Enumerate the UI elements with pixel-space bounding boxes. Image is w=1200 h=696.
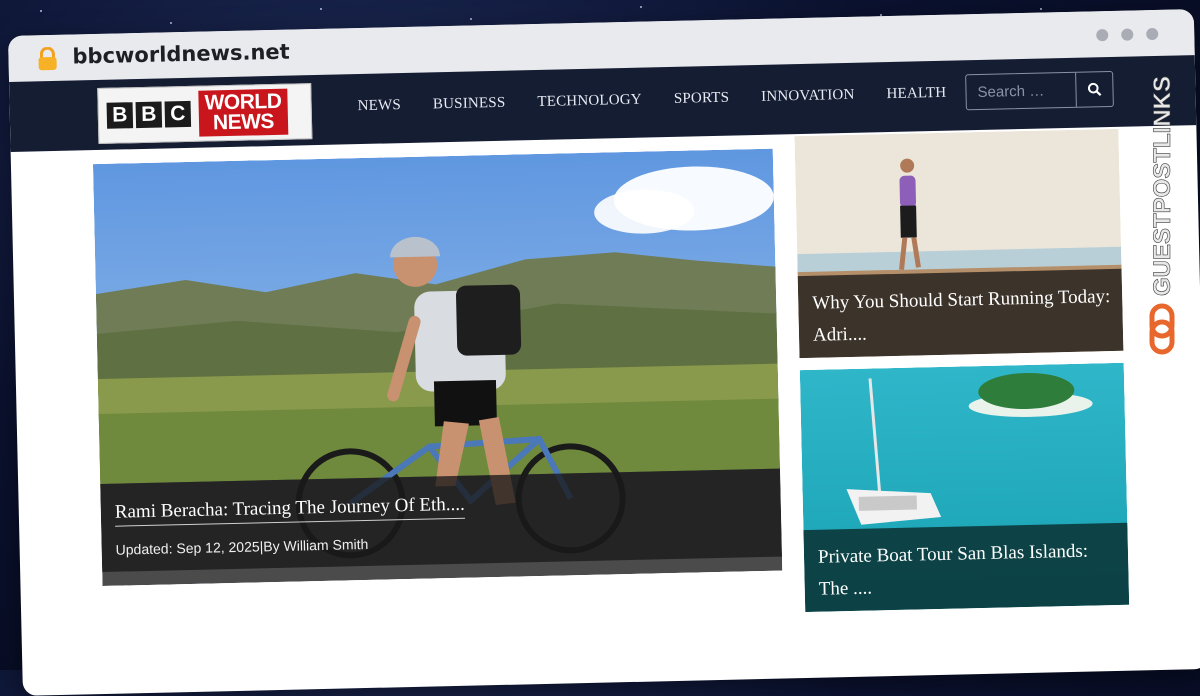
- window-controls: [1096, 27, 1159, 42]
- side-article-running[interactable]: Why You Should Start Running Today: Adri…: [794, 128, 1124, 359]
- search-icon: [1087, 82, 1102, 97]
- window-dot-icon[interactable]: [1121, 28, 1134, 41]
- side-caption: Private Boat Tour San Blas Islands: The …: [803, 522, 1130, 613]
- link-icon: [1149, 303, 1175, 355]
- logo-letter: C: [164, 100, 192, 128]
- nav-health[interactable]: HEALTH: [886, 85, 946, 103]
- nav-innovation[interactable]: INNOVATION: [761, 87, 855, 106]
- hero-caption: Rami Beracha: Tracing The Journey Of Eth…: [100, 468, 783, 573]
- url-text[interactable]: bbcworldnews.net: [72, 40, 290, 69]
- browser-window: bbcworldnews.net B B C WORLD NEWS NEWS B…: [8, 9, 1200, 696]
- logo-letter: B: [106, 102, 134, 129]
- guestpostlinks-watermark: GUESTPOSTLINKS: [1142, 60, 1182, 360]
- nav-technology[interactable]: TECHNOLOGY: [537, 92, 642, 111]
- nav-sports[interactable]: SPORTS: [674, 90, 730, 108]
- logo-world-news: WORLD NEWS: [198, 88, 289, 137]
- hero-article[interactable]: Rami Beracha: Tracing The Journey Of Eth…: [92, 148, 783, 586]
- logo-bbc-blocks: B B C: [106, 100, 192, 129]
- side-title[interactable]: Why You Should Start Running Today: Adri…: [812, 281, 1113, 352]
- logo-word: NEWS: [212, 109, 275, 135]
- side-article-boat[interactable]: Private Boat Tour San Blas Islands: The …: [799, 362, 1130, 613]
- logo-letter: B: [135, 101, 163, 129]
- nav-business[interactable]: BUSINESS: [433, 95, 506, 114]
- watermark-text: GUESTPOSTLINKS: [1149, 76, 1176, 296]
- search-box: [965, 70, 1114, 111]
- hero-meta: Updated: Sep 12, 2025|By William Smith: [115, 535, 369, 558]
- window-dot-icon[interactable]: [1146, 27, 1159, 41]
- side-title[interactable]: Private Boat Tour San Blas Islands: The …: [818, 535, 1119, 606]
- search-input[interactable]: [966, 72, 1086, 110]
- main-nav: NEWS BUSINESS TECHNOLOGY SPORTS INNOVATI…: [357, 85, 946, 115]
- site-logo[interactable]: B B C WORLD NEWS: [97, 83, 313, 144]
- hero-title[interactable]: Rami Beracha: Tracing The Journey Of Eth…: [114, 493, 466, 527]
- side-caption: Why You Should Start Running Today: Adri…: [797, 268, 1124, 359]
- nav-news[interactable]: NEWS: [357, 97, 401, 115]
- lock-icon: [38, 46, 57, 71]
- search-button[interactable]: [1075, 71, 1113, 107]
- window-dot-icon[interactable]: [1096, 29, 1109, 42]
